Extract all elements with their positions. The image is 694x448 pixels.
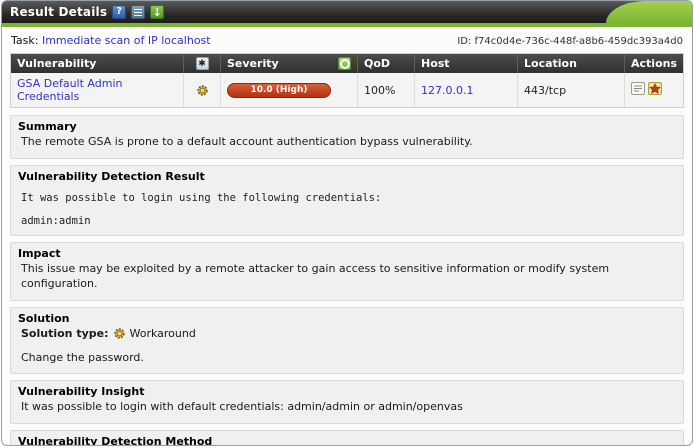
task-label: Task: [11,34,38,47]
list-icon[interactable] [131,5,145,19]
section-impact: Impact This issue may be exploited by a … [10,242,684,301]
green-swoosh-decoration [606,1,692,23]
add-override-icon[interactable] [648,82,662,98]
list-icon-lines [134,9,142,16]
severity-override-toggle-icon[interactable] [338,57,351,70]
section-detection-method-title: Vulnerability Detection Method [18,435,676,446]
solution-type-label: Solution type: [21,327,109,340]
detection-result-line1: It was possible to login using the follo… [18,192,676,204]
toggle-ring [340,59,350,69]
header-solution-type: ✱ [184,54,221,73]
header-vulnerability: Vulnerability [11,54,184,73]
header-host: Host [415,54,518,73]
section-detection-result-title: Vulnerability Detection Result [18,170,676,183]
task-label-group: Task: Immediate scan of IP localhost [11,34,211,47]
cell-vulnerability: GSA Default Admin Credentials [11,73,184,107]
header-severity-label: Severity [227,57,279,70]
cell-host: 127.0.0.1 [415,73,518,107]
result-id: ID: f74c0d4e-736c-448f-a8b6-459dc393a4d0 [457,36,683,47]
result-table-header: Vulnerability ✱ Severity QoD Host Locati… [11,54,683,73]
workaround-gear-icon [113,327,126,340]
cell-location: 443/tcp [518,73,625,107]
result-row: GSA Default Admin Credentials 10.0 (High… [11,73,683,107]
title-bar: Result Details ? ↓ [2,1,692,27]
severity-badge: 10.0 (High) [227,83,331,98]
header-severity: Severity [221,54,358,73]
section-impact-body: This issue may be exploited by a remote … [18,262,676,292]
section-summary-body: The remote GSA is prone to a default acc… [18,135,676,150]
solution-type-line: Solution type: Workaround [18,327,676,340]
download-icon[interactable]: ↓ [150,5,164,19]
section-solution-title: Solution [18,312,676,325]
task-link[interactable]: Immediate scan of IP localhost [42,34,211,47]
section-detection-method: Vulnerability Detection Method Try to lo… [10,430,684,446]
result-details-window: Result Details ? ↓ Task: Immediate scan … [1,0,693,446]
workaround-gear-icon [196,84,209,97]
section-insight-body: It was possible to login with default cr… [18,400,676,415]
solution-type-icon: ✱ [196,57,209,70]
solution-type-value: Workaround [130,327,196,340]
detail-sections: Summary The remote GSA is prone to a def… [2,108,692,446]
section-detection-result: Vulnerability Detection Result It was po… [10,165,684,236]
section-summary-title: Summary [18,120,676,133]
cell-qod: 100% [358,73,415,107]
result-table: Vulnerability ✱ Severity QoD Host Locati… [10,53,684,108]
section-impact-title: Impact [18,247,676,260]
section-solution-body: Change the password. [18,351,676,366]
cell-solution-type [184,73,221,107]
section-solution: Solution Solution type: Workaround Chang… [10,307,684,375]
task-line: Task: Immediate scan of IP localhost ID:… [2,27,692,52]
page-title: Result Details [10,5,107,19]
cell-actions [625,73,683,107]
header-qod: QoD [358,54,415,73]
vulnerability-link[interactable]: GSA Default Admin Credentials [17,77,177,103]
header-location: Location [518,54,625,73]
section-insight: Vulnerability Insight It was possible to… [10,380,684,424]
section-insight-title: Vulnerability Insight [18,385,676,398]
header-actions: Actions [625,54,683,73]
help-icon[interactable]: ? [112,5,126,19]
detection-result-line2: admin:admin [18,215,676,227]
add-note-icon[interactable] [631,82,645,98]
section-summary: Summary The remote GSA is prone to a def… [10,115,684,159]
cell-severity: 10.0 (High) [221,73,358,107]
host-link[interactable]: 127.0.0.1 [421,84,473,97]
